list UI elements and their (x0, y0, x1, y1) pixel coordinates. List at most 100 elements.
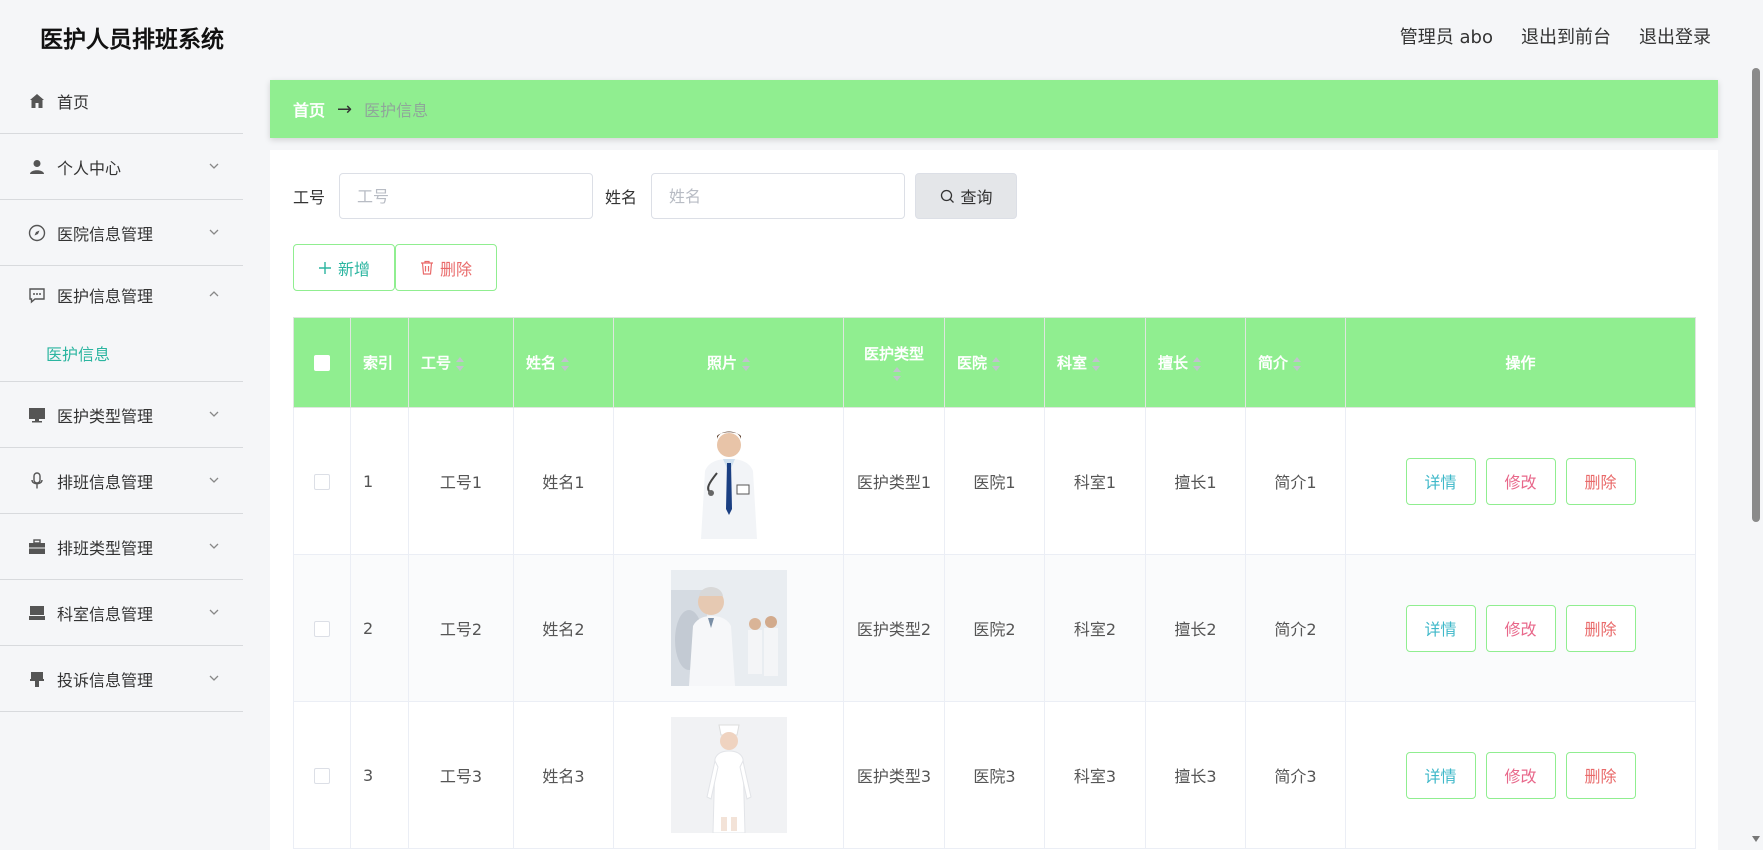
select-all-checkbox[interactable] (314, 355, 330, 371)
sidebar-item-personal[interactable]: 个人中心 (0, 134, 243, 200)
detail-button[interactable]: 详情 (1405, 604, 1476, 652)
delete-button[interactable]: 删除 (1565, 604, 1636, 652)
sort-icon[interactable] (1293, 356, 1302, 371)
chat-icon (28, 286, 46, 304)
content-panel: 工号 姓名 查询 新增 删除 (270, 150, 1718, 850)
select-all-header[interactable] (293, 317, 351, 408)
cell-hospital: 医院1 (944, 407, 1045, 555)
chevron-up-icon (209, 291, 219, 297)
sidebar: 首页 个人中心 医院信息管理 医护信息管理 医护信息 医护类型管理 排班信息管理 (0, 68, 243, 844)
home-icon (28, 92, 46, 110)
query-button[interactable]: 查询 (915, 173, 1018, 219)
row-checkbox[interactable] (314, 621, 330, 637)
cell-photo (613, 407, 844, 555)
sidebar-item-hospital[interactable]: 医院信息管理 (0, 200, 243, 266)
row-select-cell (293, 554, 351, 702)
header-ops: 操作 (1345, 317, 1696, 408)
batch-delete-button[interactable]: 删除 (395, 244, 497, 291)
cell-index: 2 (350, 554, 409, 702)
header-dept-label: 科室 (1057, 354, 1088, 372)
sidebar-item-schedule[interactable]: 排班信息管理 (0, 448, 243, 514)
header-specialty[interactable]: 擅长 (1145, 317, 1246, 408)
header-dept[interactable]: 科室 (1044, 317, 1146, 408)
row-actions: 详情 修改 删除 (1346, 604, 1695, 652)
sort-icon[interactable] (456, 356, 465, 371)
edit-button[interactable]: 修改 (1485, 604, 1556, 652)
delete-button[interactable]: 删除 (1565, 751, 1636, 799)
row-checkbox[interactable] (314, 768, 330, 784)
scroll-down-icon[interactable] (1752, 836, 1760, 842)
sort-icon[interactable] (992, 356, 1001, 371)
chevron-down-icon (209, 163, 219, 169)
edit-button[interactable]: 修改 (1485, 457, 1556, 505)
sort-icon[interactable] (1092, 356, 1101, 371)
add-button[interactable]: 新增 (293, 244, 395, 291)
sidebar-item-schedule-type[interactable]: 排班类型管理 (0, 514, 243, 580)
cell-gonghao: 工号2 (408, 554, 514, 702)
breadcrumb-home[interactable]: 首页 (293, 97, 325, 121)
action-row: 新增 删除 (293, 244, 497, 291)
sidebar-item-staff-type[interactable]: 医护类型管理 (0, 382, 243, 448)
sidebar-item-home[interactable]: 首页 (0, 68, 243, 134)
breadcrumb: 首页 → 医护信息 (270, 80, 1718, 138)
compass-icon (28, 224, 46, 242)
doctor-photo[interactable] (670, 423, 787, 539)
sidebar-item-department[interactable]: 科室信息管理 (0, 580, 243, 646)
cell-xingming: 姓名2 (513, 554, 614, 702)
sort-icon[interactable] (1193, 356, 1202, 371)
cell-specialty: 擅长2 (1145, 554, 1246, 702)
user-icon (28, 158, 46, 176)
cell-index: 3 (350, 701, 409, 849)
exit-to-front-link[interactable]: 退出到前台 (1521, 23, 1611, 49)
nurse-photo[interactable] (670, 717, 787, 833)
microphone-icon (28, 471, 46, 490)
sidebar-subitem-staff-info[interactable]: 医护信息 (0, 324, 243, 382)
monitor-icon (28, 406, 46, 424)
header-hospital[interactable]: 医院 (944, 317, 1045, 408)
header-xingming[interactable]: 姓名 (513, 317, 614, 408)
sidebar-item-label: 医院信息管理 (57, 224, 154, 244)
header-photo-label: 照片 (706, 354, 737, 372)
tray-icon (28, 604, 46, 622)
logout-link[interactable]: 退出登录 (1639, 23, 1711, 49)
xingming-input[interactable] (651, 173, 906, 219)
doctors-photo[interactable] (670, 570, 787, 686)
header-index: 索引 (350, 317, 409, 408)
gonghao-input[interactable] (339, 173, 594, 219)
header-photo[interactable]: 照片 (613, 317, 844, 408)
row-checkbox[interactable] (314, 474, 330, 490)
sidebar-item-staff[interactable]: 医护信息管理 (0, 266, 243, 324)
header-gonghao[interactable]: 工号 (408, 317, 514, 408)
sort-icon[interactable] (892, 366, 901, 381)
table-row: 2 工号2 姓名2 医护类型2 医院2 科室2 擅长2 简介2 详情 修改 删除 (293, 554, 1696, 702)
header-hospital-label: 医院 (957, 354, 988, 372)
cell-type: 医护类型2 (843, 554, 945, 702)
sidebar-item-label: 投诉信息管理 (57, 670, 154, 690)
header-type[interactable]: 医护类型 (843, 317, 945, 408)
search-row: 工号 姓名 查询 (293, 173, 1018, 219)
table-row: 1 工号1 姓名1 医护类型1 医院1 科室1 擅长1 简介1 详情 修改 删除 (293, 407, 1696, 555)
cell-ops: 详情 修改 删除 (1345, 407, 1696, 555)
cell-intro: 简介3 (1245, 701, 1346, 849)
delete-button[interactable]: 删除 (1565, 457, 1636, 505)
sidebar-item-label: 排班信息管理 (57, 472, 154, 492)
cell-specialty: 擅长1 (1145, 407, 1246, 555)
cell-dept: 科室1 (1044, 407, 1146, 555)
row-select-cell (293, 407, 351, 555)
chevron-down-icon (209, 543, 219, 549)
header-specialty-label: 擅长 (1158, 354, 1189, 372)
detail-button[interactable]: 详情 (1405, 751, 1476, 799)
sort-icon[interactable] (561, 356, 570, 371)
sort-icon[interactable] (742, 356, 750, 371)
batch-delete-button-label: 删除 (439, 259, 472, 279)
edit-button[interactable]: 修改 (1485, 751, 1556, 799)
chevron-down-icon (209, 675, 219, 681)
scrollbar-thumb[interactable] (1752, 68, 1760, 522)
page-scrollbar[interactable] (1749, 68, 1763, 844)
admin-user-label[interactable]: 管理员 abo (1400, 23, 1493, 49)
gonghao-label: 工号 (293, 188, 326, 207)
header-intro[interactable]: 简介 (1245, 317, 1346, 408)
detail-button[interactable]: 详情 (1405, 457, 1476, 505)
sidebar-item-complaint[interactable]: 投诉信息管理 (0, 646, 243, 712)
cell-intro: 简介1 (1245, 407, 1346, 555)
